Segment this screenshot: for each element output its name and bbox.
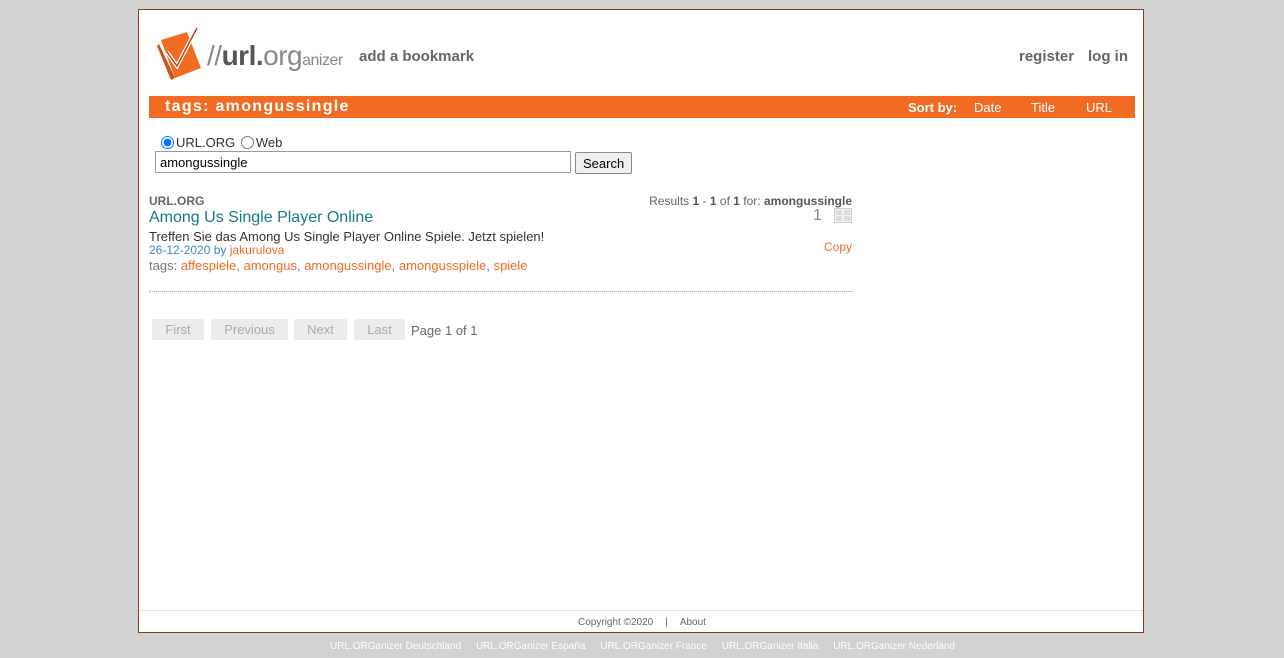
- page-info: Page 1 of 1: [411, 323, 478, 338]
- result-source: URL.ORG: [149, 194, 205, 208]
- tag-link[interactable]: spiele: [494, 258, 528, 273]
- pager-previous-button[interactable]: Previous: [211, 319, 288, 340]
- tag-link[interactable]: affespiele: [181, 258, 236, 273]
- result-meta: 26-12-2020 by jakurulova: [149, 243, 284, 257]
- search-button[interactable]: Search: [575, 152, 633, 174]
- sort-by-date[interactable]: Date: [974, 100, 1001, 115]
- site-link-it[interactable]: URL.ORGanizer Italia: [722, 641, 819, 652]
- tag-link[interactable]: amongusspiele: [399, 258, 486, 273]
- page-frame: //url.organizer add a bookmark register …: [138, 9, 1144, 633]
- footer-divider: [139, 610, 1143, 611]
- add-bookmark-link[interactable]: add a bookmark: [359, 48, 474, 65]
- thumbnail-icon[interactable]: [834, 208, 852, 223]
- site-link-fr[interactable]: URL.ORGanizer France: [600, 641, 707, 652]
- result-tags: tags: affespiele, amongus, amongussingle…: [149, 258, 528, 273]
- divider: [149, 291, 853, 292]
- results-summary: Results 1 - 1 of 1 for: amongussingle: [649, 194, 852, 208]
- country-sites: URL.ORGanizer Deutschland URL.ORGanizer …: [330, 641, 967, 652]
- register-link[interactable]: register: [1019, 48, 1074, 65]
- footer-separator: |: [665, 617, 668, 628]
- result-user-link[interactable]: jakurulova: [230, 243, 285, 257]
- about-link[interactable]: About: [680, 617, 706, 628]
- logo-mark-icon: [157, 27, 201, 80]
- logo-text: //url.organizer: [207, 40, 343, 71]
- result-by: by: [213, 243, 227, 257]
- scope-urlorg-label: URL.ORG: [176, 135, 236, 150]
- site-link-es[interactable]: URL.ORGanizer España: [476, 641, 586, 652]
- pager-last-button[interactable]: Last: [354, 319, 405, 340]
- bookmark-count: 1: [813, 207, 822, 224]
- result-title-link[interactable]: Among Us Single Player Online: [149, 209, 373, 227]
- sort-label: Sort by:: [908, 100, 958, 115]
- tag-link[interactable]: amongus: [243, 258, 296, 273]
- site-link-de[interactable]: URL.ORGanizer Deutschland: [330, 641, 461, 652]
- site-logo[interactable]: //url.organizer: [157, 22, 347, 82]
- copyright-footer: Copyright ©2020 | About: [578, 617, 706, 628]
- tags-label: tags:: [149, 258, 178, 273]
- pager-next-button[interactable]: Next: [294, 319, 347, 340]
- page-title: tags: amongussingle: [165, 98, 350, 115]
- scope-web-radio[interactable]: [240, 136, 254, 149]
- copyright-text: Copyright ©2020: [578, 617, 654, 628]
- sort-by-title[interactable]: Title: [1031, 100, 1055, 115]
- search-input[interactable]: [155, 151, 571, 173]
- tag-link[interactable]: amongussingle: [304, 258, 391, 273]
- result-date: 26-12-2020: [149, 243, 211, 257]
- login-link[interactable]: log in: [1088, 48, 1128, 65]
- site-link-nl[interactable]: URL.ORGanizer Nederland: [833, 641, 955, 652]
- sort-by-url[interactable]: URL: [1086, 100, 1112, 115]
- tags-header-bar: tags: amongussingle Sort by: Date Title …: [149, 96, 1135, 118]
- result-description: Treffen Sie das Among Us Single Player O…: [149, 229, 545, 244]
- scope-web-label: Web: [255, 135, 283, 150]
- scope-urlorg-radio[interactable]: [161, 136, 174, 149]
- search-scope: URL.ORG Web: [159, 135, 282, 150]
- copy-link[interactable]: Copy: [824, 240, 852, 254]
- pager-first-button[interactable]: First: [152, 319, 204, 340]
